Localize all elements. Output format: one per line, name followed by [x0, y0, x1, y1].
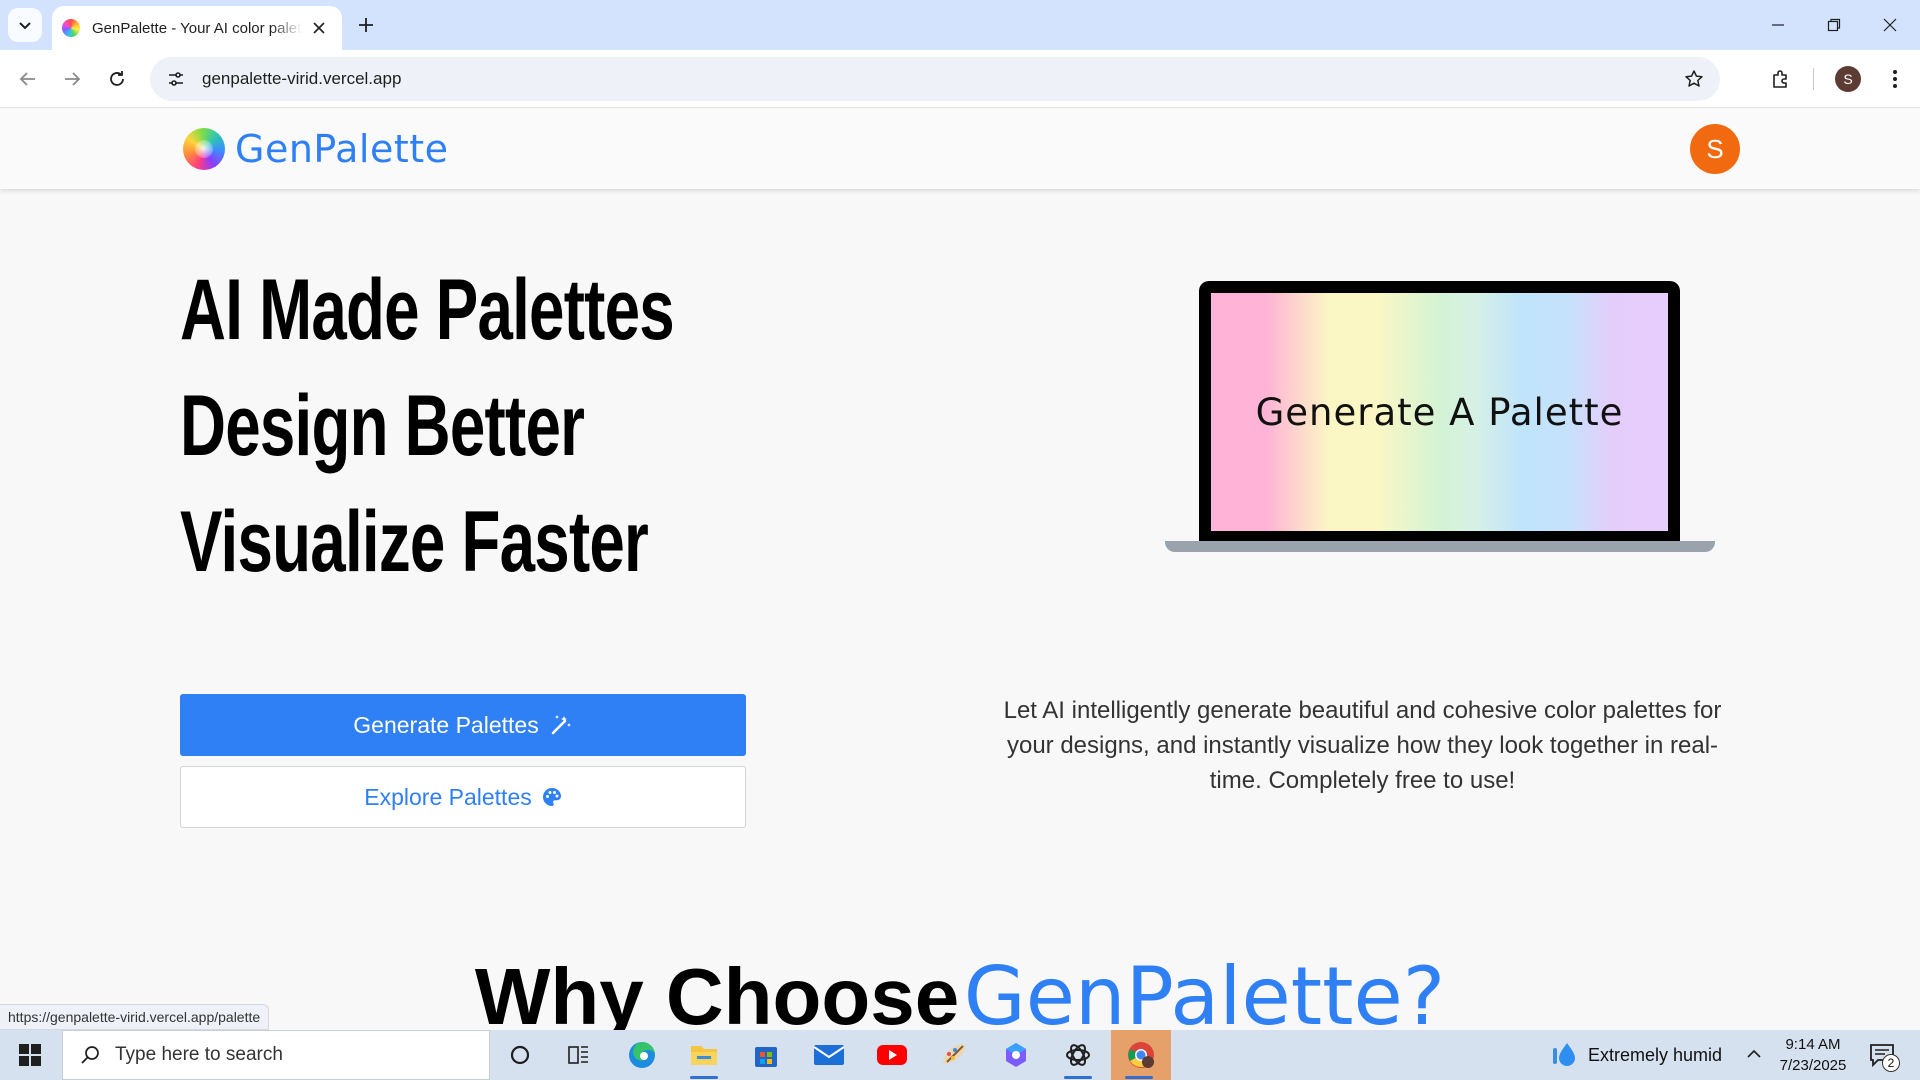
laptop-display-text: Generate A Palette: [1255, 390, 1624, 434]
laptop-illustration: Generate A Palette: [1199, 281, 1680, 543]
status-bar-link-preview: https://genpalette-virid.vercel.app/pale…: [0, 1004, 270, 1030]
back-button[interactable]: [12, 63, 44, 95]
cortana-icon: [510, 1045, 530, 1065]
plus-icon: [359, 18, 373, 32]
explore-palettes-label: Explore Palettes: [364, 783, 532, 810]
restore-button[interactable]: [1806, 0, 1862, 50]
explore-palettes-button[interactable]: Explore Palettes: [180, 766, 746, 828]
site-header: GenPalette S: [0, 109, 1920, 189]
star-icon: [1685, 70, 1703, 87]
running-indicator: [690, 1076, 718, 1079]
mail-button[interactable]: [801, 1030, 857, 1080]
more-vertical-icon: [1893, 70, 1897, 88]
browser-profile-avatar[interactable]: S: [1835, 66, 1861, 92]
weather-text: Extremely humid: [1588, 1044, 1723, 1065]
copilot-icon: [1006, 1043, 1026, 1067]
laptop-base: [1165, 541, 1715, 552]
url-text[interactable]: genpalette-virid.vercel.app: [202, 69, 401, 89]
toolbar-divider: [1813, 68, 1814, 90]
chevron-down-icon: [19, 22, 31, 30]
hero-title-line-2: Design Better: [180, 378, 585, 474]
generate-palettes-button[interactable]: Generate Palettes: [180, 694, 746, 756]
arrow-right-icon: [65, 72, 81, 86]
chrome-icon: [1128, 1042, 1154, 1068]
store-icon: [755, 1047, 777, 1067]
arrow-left-icon: [19, 72, 35, 86]
hero-title: AI Made Palettes Design Better Visualize…: [180, 252, 675, 600]
why-choose-heading: Why Choose GenPalette?: [0, 950, 1920, 1030]
taskbar-search-box[interactable]: Type here to search: [62, 1030, 490, 1080]
why-choose-prefix: Why Choose: [474, 952, 960, 1030]
laptop-display: Generate A Palette: [1211, 293, 1668, 531]
generate-palettes-label: Generate Palettes: [353, 711, 539, 738]
browser-toolbar: genpalette-virid.vercel.app S: [0, 50, 1920, 108]
tune-icon: [169, 72, 183, 86]
chatgpt-button[interactable]: [1050, 1030, 1106, 1080]
site-info-button[interactable]: [156, 57, 196, 101]
youtube-button[interactable]: [864, 1030, 920, 1080]
browser-tab-bar: GenPalette - Your AI color palette gener…: [0, 0, 1920, 50]
paint-icon: [943, 1044, 966, 1064]
user-avatar[interactable]: S: [1690, 124, 1740, 174]
why-choose-brand: GenPalette?: [963, 950, 1446, 1030]
chrome-button[interactable]: [1111, 1030, 1171, 1080]
browser-tab-active[interactable]: GenPalette - Your AI color palette gener…: [52, 6, 342, 50]
paint-button[interactable]: [926, 1030, 982, 1080]
file-explorer-icon: [691, 1046, 717, 1065]
window-close-button[interactable]: [1862, 0, 1918, 50]
clock-time: 9:14 AM: [1785, 1036, 1841, 1053]
restore-icon: [1827, 18, 1841, 32]
running-indicator: [1125, 1076, 1153, 1079]
taskbar-search-placeholder: Type here to search: [115, 1044, 283, 1065]
windows-taskbar: Type here to search Extremely humid 9:14…: [0, 1030, 1920, 1080]
hero-description: Let AI intelligently generate beautiful …: [1003, 697, 1722, 794]
edge-icon: [629, 1042, 655, 1068]
tab-search-button[interactable]: [8, 8, 42, 42]
forward-button[interactable]: [56, 63, 88, 95]
minimize-button[interactable]: [1750, 0, 1806, 50]
palette-icon: [542, 788, 561, 806]
notification-center-button[interactable]: 2: [1866, 1040, 1900, 1072]
new-tab-button[interactable]: [354, 13, 378, 37]
close-icon: [313, 22, 325, 34]
start-button[interactable]: [0, 1030, 60, 1080]
tab-title: GenPalette - Your AI color palette gener…: [92, 19, 302, 37]
reload-icon: [110, 71, 124, 86]
favicon-icon: [62, 19, 80, 37]
task-view-icon: [568, 1046, 588, 1064]
brand-name[interactable]: GenPalette: [235, 127, 449, 171]
chatgpt-icon: [1066, 1044, 1090, 1066]
search-icon: [77, 1042, 103, 1068]
reload-button[interactable]: [101, 63, 133, 95]
water-drop-icon: [1553, 1043, 1575, 1066]
youtube-icon: [877, 1045, 907, 1065]
hero-title-line-1: AI Made Palettes: [180, 262, 675, 358]
address-bar[interactable]: genpalette-virid.vercel.app: [150, 57, 1720, 101]
copilot-button[interactable]: [988, 1030, 1044, 1080]
cortana-button[interactable]: [492, 1030, 548, 1080]
weather-widget[interactable]: Extremely humid: [1550, 1030, 1722, 1080]
magic-wand-icon: [551, 715, 571, 735]
notification-count-badge: 2: [1882, 1054, 1900, 1072]
tab-close-button[interactable]: [308, 17, 330, 39]
browser-menu-button[interactable]: [1880, 64, 1910, 94]
clock-date: 7/23/2025: [1779, 1057, 1847, 1074]
genpalette-logo[interactable]: [183, 128, 225, 170]
close-icon: [1883, 18, 1897, 32]
running-indicator: [1064, 1076, 1092, 1079]
taskbar-clock[interactable]: 9:14 AM 7/23/2025: [1770, 1034, 1856, 1076]
chevron-up-icon: [1747, 1049, 1761, 1058]
task-view-button[interactable]: [551, 1030, 607, 1080]
store-button[interactable]: [738, 1030, 794, 1080]
show-hidden-icons-button[interactable]: [1742, 1042, 1766, 1066]
hero-title-line-3: Visualize Faster: [180, 494, 649, 590]
windows-icon: [19, 1044, 41, 1066]
puzzle-icon: [1773, 70, 1787, 88]
bookmark-button[interactable]: [1682, 67, 1706, 91]
edge-button[interactable]: [614, 1030, 670, 1080]
minimize-icon: [1772, 24, 1784, 26]
extensions-button[interactable]: [1766, 64, 1796, 94]
mail-icon: [813, 1045, 845, 1065]
file-explorer-button[interactable]: [676, 1030, 732, 1080]
